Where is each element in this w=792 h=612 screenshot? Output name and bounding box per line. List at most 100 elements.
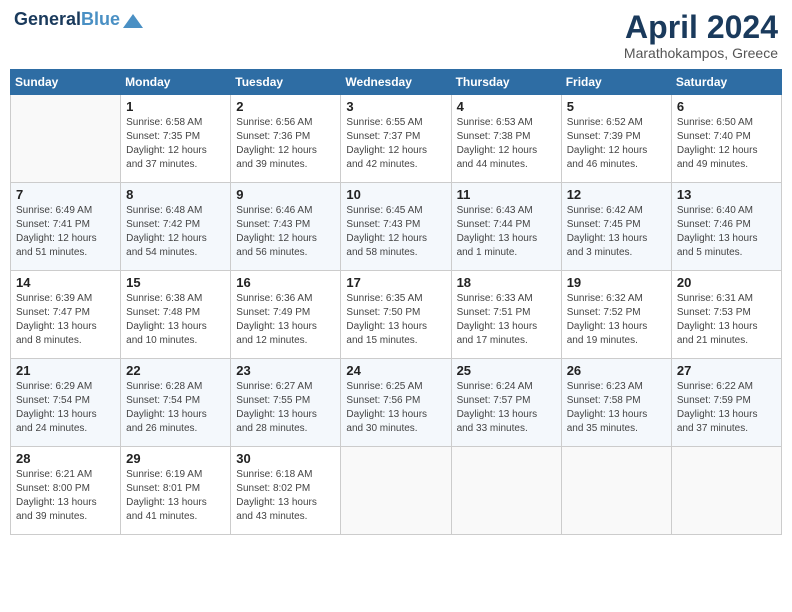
day-info: Sunrise: 6:58 AMSunset: 7:35 PMDaylight:… [126, 116, 225, 172]
calendar-day-cell: 29Sunrise: 6:19 AMSunset: 8:01 PMDayligh… [121, 447, 231, 535]
day-number: 19 [567, 275, 666, 290]
day-number: 22 [126, 363, 225, 378]
day-number: 20 [677, 275, 776, 290]
location: Marathokampos, Greece [624, 45, 778, 61]
calendar-week-5: 28Sunrise: 6:21 AMSunset: 8:00 PMDayligh… [11, 447, 782, 535]
day-info: Sunrise: 6:53 AMSunset: 7:38 PMDaylight:… [457, 116, 556, 172]
day-number: 23 [236, 363, 335, 378]
calendar-day-cell [11, 95, 121, 183]
day-info: Sunrise: 6:33 AMSunset: 7:51 PMDaylight:… [457, 292, 556, 348]
weekday-header-friday: Friday [561, 70, 671, 95]
title-section: April 2024 Marathokampos, Greece [624, 10, 778, 61]
calendar-day-cell: 3 Sunrise: 6:55 AMSunset: 7:37 PMDaylight… [341, 95, 451, 183]
logo-text: GeneralBlue [14, 10, 120, 30]
calendar-day-cell: 1 Sunrise: 6:58 AMSunset: 7:35 PMDaylight… [121, 95, 231, 183]
day-info: Sunrise: 6:32 AMSunset: 7:52 PMDaylight:… [567, 292, 666, 348]
calendar-day-cell: 5 Sunrise: 6:52 AMSunset: 7:39 PMDaylight… [561, 95, 671, 183]
calendar-table: SundayMondayTuesdayWednesdayThursdayFrid… [10, 69, 782, 535]
weekday-header-tuesday: Tuesday [231, 70, 341, 95]
day-info: Sunrise: 6:27 AMSunset: 7:55 PMDaylight:… [236, 380, 335, 436]
day-info: Sunrise: 6:23 AMSunset: 7:58 PMDaylight:… [567, 380, 666, 436]
day-info: Sunrise: 6:40 AMSunset: 7:46 PMDaylight:… [677, 204, 776, 260]
weekday-header-monday: Monday [121, 70, 231, 95]
day-number: 13 [677, 187, 776, 202]
day-number: 27 [677, 363, 776, 378]
calendar-day-cell: 14 Sunrise: 6:39 AMSunset: 7:47 PMDayligh… [11, 271, 121, 359]
day-number: 1 [126, 99, 225, 114]
weekday-header-thursday: Thursday [451, 70, 561, 95]
day-number: 5 [567, 99, 666, 114]
day-info: Sunrise: 6:56 AMSunset: 7:36 PMDaylight:… [236, 116, 335, 172]
logo: GeneralBlue [14, 10, 143, 30]
day-info: Sunrise: 6:55 AMSunset: 7:37 PMDaylight:… [346, 116, 445, 172]
day-number: 12 [567, 187, 666, 202]
day-info: Sunrise: 6:36 AMSunset: 7:49 PMDaylight:… [236, 292, 335, 348]
calendar-week-4: 21Sunrise: 6:29 AMSunset: 7:54 PMDayligh… [11, 359, 782, 447]
day-number: 10 [346, 187, 445, 202]
day-info: Sunrise: 6:42 AMSunset: 7:45 PMDaylight:… [567, 204, 666, 260]
calendar-day-cell: 22 Sunrise: 6:28 AMSunset: 7:54 PMDayligh… [121, 359, 231, 447]
weekday-header-saturday: Saturday [671, 70, 781, 95]
weekday-header-wednesday: Wednesday [341, 70, 451, 95]
weekday-header-sunday: Sunday [11, 70, 121, 95]
calendar-day-cell: 9 Sunrise: 6:46 AMSunset: 7:43 PMDaylight… [231, 183, 341, 271]
calendar-day-cell [451, 447, 561, 535]
calendar-day-cell [671, 447, 781, 535]
day-number: 18 [457, 275, 556, 290]
day-info: Sunrise: 6:52 AMSunset: 7:39 PMDaylight:… [567, 116, 666, 172]
day-info: Sunrise: 6:25 AMSunset: 7:56 PMDaylight:… [346, 380, 445, 436]
day-number: 16 [236, 275, 335, 290]
calendar-day-cell: 8 Sunrise: 6:48 AMSunset: 7:42 PMDaylight… [121, 183, 231, 271]
calendar-day-cell: 15Sunrise: 6:38 AMSunset: 7:48 PMDayligh… [121, 271, 231, 359]
calendar-day-cell: 7 Sunrise: 6:49 AMSunset: 7:41 PMDaylight… [11, 183, 121, 271]
day-number: 30 [236, 451, 335, 466]
calendar-day-cell: 13 Sunrise: 6:40 AMSunset: 7:46 PMDayligh… [671, 183, 781, 271]
day-number: 8 [126, 187, 225, 202]
day-info: Sunrise: 6:49 AMSunset: 7:41 PMDaylight:… [16, 204, 115, 260]
calendar-day-cell: 21Sunrise: 6:29 AMSunset: 7:54 PMDayligh… [11, 359, 121, 447]
calendar-day-cell: 6Sunrise: 6:50 AMSunset: 7:40 PMDaylight… [671, 95, 781, 183]
day-number: 17 [346, 275, 445, 290]
day-info: Sunrise: 6:50 AMSunset: 7:40 PMDaylight:… [677, 116, 776, 172]
calendar-day-cell [341, 447, 451, 535]
day-info: Sunrise: 6:21 AMSunset: 8:00 PMDaylight:… [16, 468, 115, 524]
calendar-week-2: 7 Sunrise: 6:49 AMSunset: 7:41 PMDaylight… [11, 183, 782, 271]
calendar-day-cell: 26Sunrise: 6:23 AMSunset: 7:58 PMDayligh… [561, 359, 671, 447]
month-title: April 2024 [624, 10, 778, 45]
logo-icon [123, 14, 143, 28]
day-number: 24 [346, 363, 445, 378]
calendar-week-3: 14 Sunrise: 6:39 AMSunset: 7:47 PMDayligh… [11, 271, 782, 359]
calendar-day-cell: 24 Sunrise: 6:25 AMSunset: 7:56 PMDayligh… [341, 359, 451, 447]
day-info: Sunrise: 6:24 AMSunset: 7:57 PMDaylight:… [457, 380, 556, 436]
day-info: Sunrise: 6:35 AMSunset: 7:50 PMDaylight:… [346, 292, 445, 348]
calendar-day-cell: 18 Sunrise: 6:33 AMSunset: 7:51 PMDayligh… [451, 271, 561, 359]
day-info: Sunrise: 6:38 AMSunset: 7:48 PMDaylight:… [126, 292, 225, 348]
day-info: Sunrise: 6:45 AMSunset: 7:43 PMDaylight:… [346, 204, 445, 260]
calendar-day-cell: 20Sunrise: 6:31 AMSunset: 7:53 PMDayligh… [671, 271, 781, 359]
day-info: Sunrise: 6:29 AMSunset: 7:54 PMDaylight:… [16, 380, 115, 436]
day-number: 14 [16, 275, 115, 290]
day-number: 4 [457, 99, 556, 114]
calendar-day-cell: 19 Sunrise: 6:32 AMSunset: 7:52 PMDayligh… [561, 271, 671, 359]
calendar-day-cell: 16 Sunrise: 6:36 AMSunset: 7:49 PMDayligh… [231, 271, 341, 359]
day-number: 2 [236, 99, 335, 114]
day-info: Sunrise: 6:46 AMSunset: 7:43 PMDaylight:… [236, 204, 335, 260]
calendar-day-cell: 17 Sunrise: 6:35 AMSunset: 7:50 PMDayligh… [341, 271, 451, 359]
day-info: Sunrise: 6:48 AMSunset: 7:42 PMDaylight:… [126, 204, 225, 260]
page-header: GeneralBlue April 2024 Marathokampos, Gr… [10, 10, 782, 61]
day-info: Sunrise: 6:39 AMSunset: 7:47 PMDaylight:… [16, 292, 115, 348]
day-info: Sunrise: 6:43 AMSunset: 7:44 PMDaylight:… [457, 204, 556, 260]
calendar-day-cell: 30 Sunrise: 6:18 AMSunset: 8:02 PMDayligh… [231, 447, 341, 535]
day-info: Sunrise: 6:28 AMSunset: 7:54 PMDaylight:… [126, 380, 225, 436]
day-number: 11 [457, 187, 556, 202]
calendar-day-cell [561, 447, 671, 535]
calendar-day-cell: 25Sunrise: 6:24 AMSunset: 7:57 PMDayligh… [451, 359, 561, 447]
day-number: 9 [236, 187, 335, 202]
calendar-day-cell: 27Sunrise: 6:22 AMSunset: 7:59 PMDayligh… [671, 359, 781, 447]
calendar-day-cell: 2 Sunrise: 6:56 AMSunset: 7:36 PMDaylight… [231, 95, 341, 183]
day-number: 3 [346, 99, 445, 114]
day-number: 7 [16, 187, 115, 202]
day-info: Sunrise: 6:18 AMSunset: 8:02 PMDaylight:… [236, 468, 335, 524]
calendar-day-cell: 28Sunrise: 6:21 AMSunset: 8:00 PMDayligh… [11, 447, 121, 535]
calendar-day-cell: 11 Sunrise: 6:43 AMSunset: 7:44 PMDayligh… [451, 183, 561, 271]
